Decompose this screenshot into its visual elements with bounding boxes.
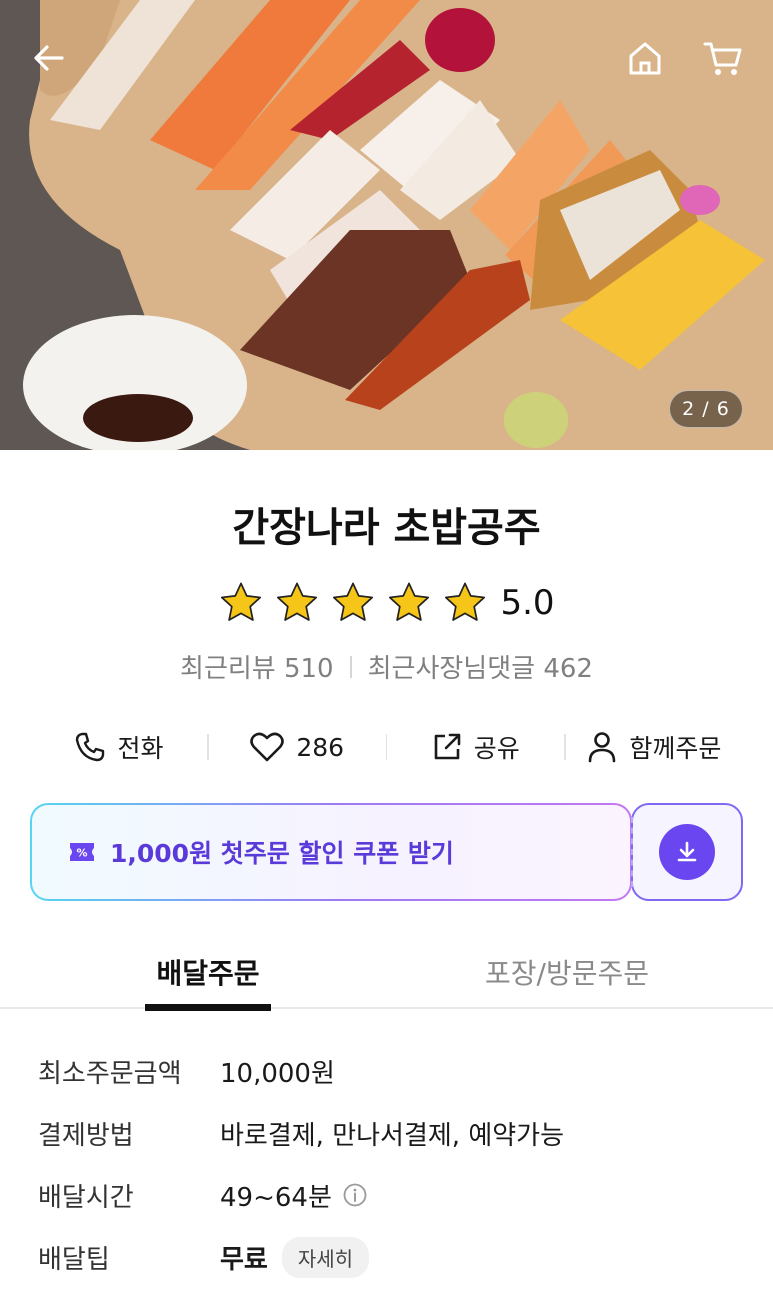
min-order-label: 최소주문금액 [38,1058,182,1089]
info-icon[interactable] [342,1182,368,1208]
coupon-label: 1,000원 첫주문 할인 쿠폰 받기 [110,839,454,868]
info-circle-icon [343,1183,367,1207]
owner-replies-count[interactable]: 최근사장님댓글 462 [368,648,593,685]
back-button[interactable] [21,30,77,86]
download-icon [677,841,697,862]
rating-stars [218,580,488,626]
delivery-time-label: 배달시간 [38,1182,134,1213]
star-icon [389,582,430,621]
delivery-time-wrap: 49~64분 [220,1177,368,1214]
star-icon [445,582,486,621]
delivery-time-value: 49~64분 [220,1182,332,1213]
share-button[interactable]: 공유 [387,729,564,765]
delivery-tip-wrap: 무료 자세히 [220,1236,370,1278]
home-icon [629,42,661,75]
group-order-label: 함께주문 [629,734,722,763]
payment-method-row: 결제방법 바로결제, 만나서결제, 예약가능 [38,1102,738,1164]
home-button[interactable] [617,30,673,86]
coupon-claim-button[interactable]: % 1,000원 첫주문 할인 쿠폰 받기 [30,803,632,901]
store-action-bar: 전화 286 공유 함께주문 [30,718,743,776]
download-circle [659,824,715,880]
heart-icon [250,732,285,762]
like-count: 286 [296,732,345,762]
min-order-row: 최소주문금액 10,000원 [38,1040,738,1102]
delivery-tip-row: 배달팁 무료 자세히 [38,1226,738,1288]
payment-method-label: 결제방법 [38,1120,134,1151]
divider [349,655,352,678]
photo-page-indicator: 2 / 6 [669,390,743,428]
back-arrow-icon [34,45,64,71]
call-button[interactable]: 전화 [30,729,207,765]
svg-text:%: % [76,847,87,860]
call-label: 전화 [117,734,164,763]
recent-reviews-count[interactable]: 최근리뷰 510 [180,648,334,685]
share-label: 공유 [473,734,520,763]
store-name: 간장나라 초밥공주 [232,505,541,551]
order-type-tabs: 배달주문 포장/방문주문 [0,935,773,1011]
coupon-icon: % [70,843,94,861]
cart-icon [703,42,742,75]
star-icon [333,582,374,621]
min-order-value: 10,000원 [220,1058,335,1089]
payment-method-value: 바로결제, 만나서결제, 예약가능 [220,1120,565,1151]
tab-pickup-order[interactable]: 포장/방문주문 [462,935,672,1009]
coupon-perforation [631,817,633,887]
rating-value: 5.0 [500,583,555,623]
star-icon [277,582,318,621]
first-order-coupon-banner: % 1,000원 첫주문 할인 쿠폰 받기 [30,803,743,901]
delivery-tip-label: 배달팁 [38,1244,110,1275]
star-icon [221,582,262,621]
person-icon [589,732,616,763]
delivery-info: 최소주문금액 10,000원 결제방법 바로결제, 만나서결제, 예약가능 배달… [38,1040,738,1288]
store-photo-carousel[interactable]: 2 / 6 [0,0,773,450]
review-summary[interactable]: 최근리뷰 510 최근사장님댓글 462 [0,648,773,685]
cart-button[interactable] [695,30,751,86]
share-icon [434,733,461,760]
coupon-download-button[interactable] [631,803,743,901]
tab-delivery-order[interactable]: 배달주문 [145,935,271,1011]
delivery-time-row: 배달시간 49~64분 [38,1164,738,1226]
delivery-tip-value: 무료 [220,1244,268,1275]
like-button[interactable]: 286 [209,731,386,763]
coupon-content: % 1,000원 첫주문 할인 쿠폰 받기 [32,805,630,899]
tip-detail-button[interactable]: 자세히 [281,1236,370,1278]
rating-row[interactable]: 5.0 [0,580,773,626]
phone-icon [75,732,104,762]
group-order-button[interactable]: 함께주문 [566,729,743,765]
